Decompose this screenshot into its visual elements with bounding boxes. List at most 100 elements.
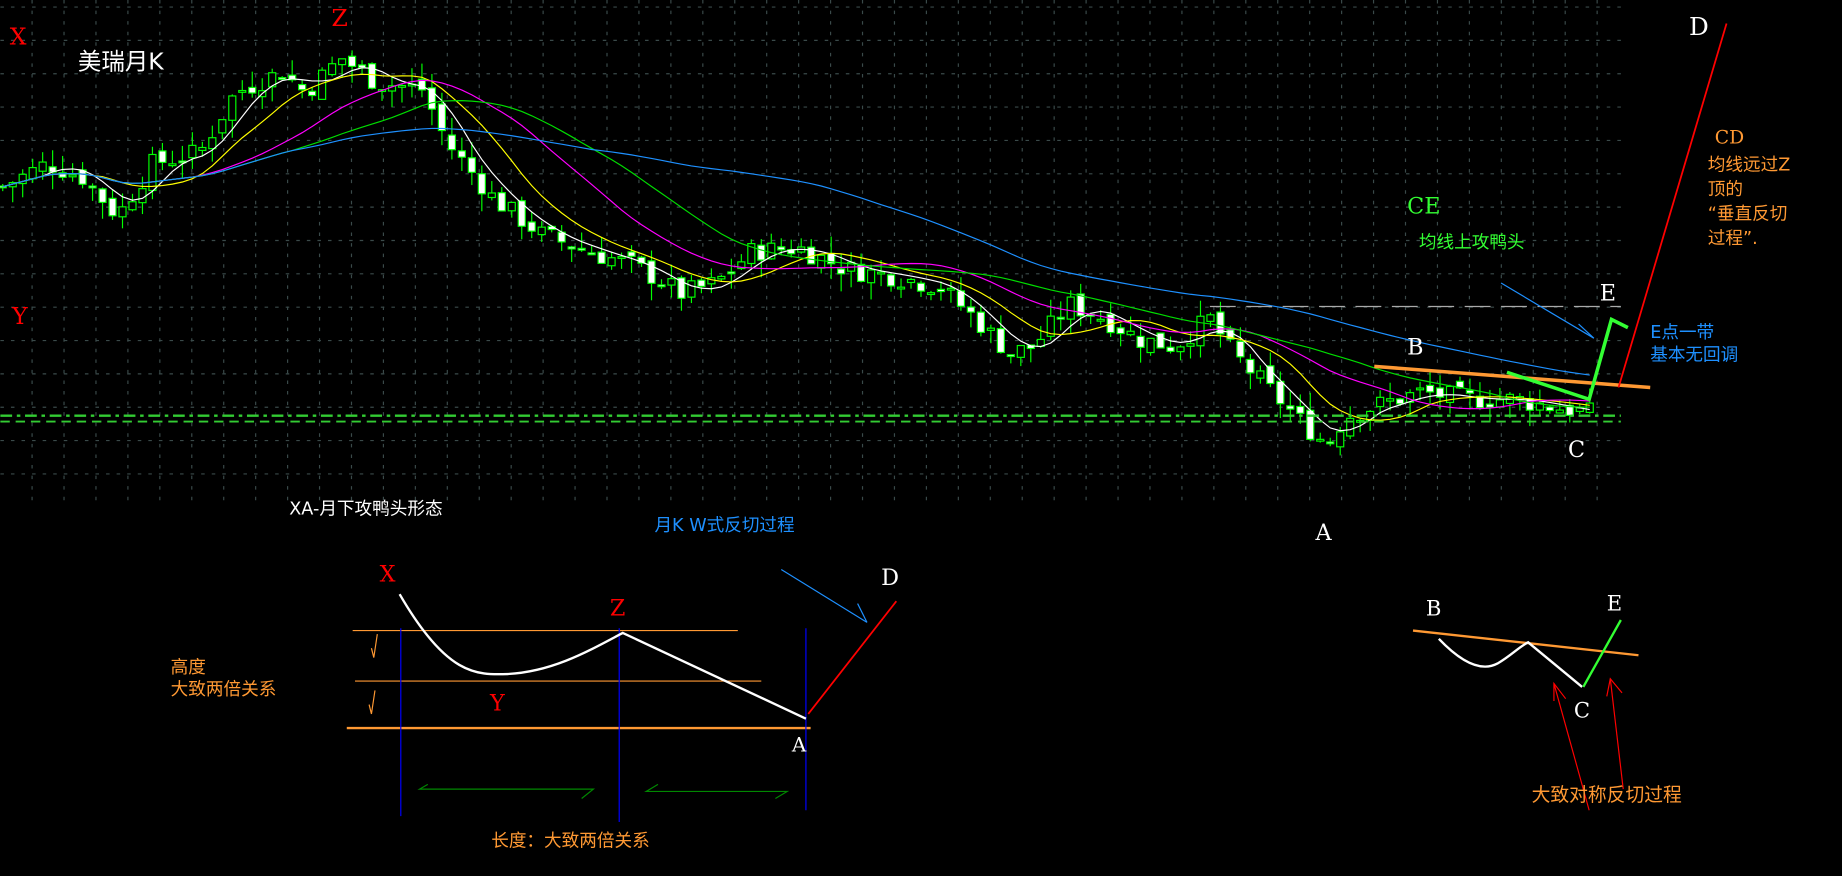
height-arrow-1 bbox=[370, 634, 378, 658]
candle-up bbox=[218, 119, 227, 134]
candle-up bbox=[896, 286, 906, 290]
candle-up bbox=[118, 206, 127, 218]
candle-up bbox=[38, 161, 47, 172]
arrow-right-red bbox=[1609, 678, 1624, 790]
candle-down bbox=[587, 252, 596, 256]
candle-up bbox=[138, 188, 147, 204]
candle-down bbox=[158, 150, 167, 163]
cd-desc-1: 均线远过Z bbox=[1708, 155, 1791, 175]
candle-up bbox=[337, 58, 347, 66]
candle-down bbox=[1395, 398, 1405, 405]
candle-down bbox=[567, 246, 576, 250]
candle-down bbox=[1326, 441, 1335, 445]
candle-up bbox=[397, 84, 407, 88]
label-ce: CE bbox=[1407, 194, 1440, 220]
candle-down bbox=[627, 251, 636, 257]
candle-down bbox=[1246, 358, 1255, 374]
candle-up bbox=[487, 192, 496, 199]
neckline-orange bbox=[1374, 364, 1651, 390]
cd-desc-4: 过程”. bbox=[1708, 229, 1758, 249]
candle-up bbox=[1126, 330, 1135, 336]
candle-down bbox=[886, 274, 896, 287]
length-arrow-1 bbox=[417, 783, 596, 799]
symmetric-label: 大致对称反切过程 bbox=[1532, 784, 1682, 806]
candle-up bbox=[1555, 409, 1564, 414]
candle-down bbox=[1286, 405, 1295, 410]
candle-up bbox=[198, 146, 207, 151]
candle-down bbox=[98, 188, 107, 203]
candle-down bbox=[1485, 403, 1495, 408]
w-process-label: 月K W式反切过程 bbox=[654, 516, 794, 536]
candle-down bbox=[657, 284, 666, 288]
candle-up bbox=[876, 271, 886, 275]
chart-title: 美瑞月K bbox=[78, 47, 164, 75]
schem-label-a: A bbox=[791, 733, 807, 757]
candle-up bbox=[1206, 314, 1215, 322]
candle-down bbox=[1545, 406, 1554, 412]
candle-up bbox=[228, 95, 237, 121]
candle-up bbox=[68, 174, 77, 178]
candle-down bbox=[497, 192, 506, 212]
height-label-2: 大致两倍关系 bbox=[171, 680, 277, 700]
label-d: D bbox=[1689, 12, 1709, 41]
candle-up bbox=[667, 278, 676, 286]
candle-up bbox=[986, 327, 995, 331]
candle-down bbox=[367, 63, 377, 89]
moving-averages bbox=[2, 67, 1590, 432]
candle-down bbox=[1006, 354, 1015, 358]
candle-down bbox=[517, 200, 526, 227]
candle-down bbox=[347, 55, 357, 67]
candle-down bbox=[1465, 389, 1475, 394]
candle-up bbox=[238, 89, 247, 93]
label-b: B bbox=[1407, 335, 1423, 361]
candle-down bbox=[697, 279, 706, 287]
candle-down bbox=[248, 86, 257, 94]
schem-label-x: X bbox=[380, 561, 396, 587]
candle-down bbox=[1136, 335, 1145, 348]
candle-up bbox=[1316, 438, 1325, 442]
schem-label-z: Z bbox=[610, 595, 626, 621]
candle-up bbox=[1186, 343, 1195, 347]
candle-up bbox=[607, 257, 616, 267]
label-z: Z bbox=[332, 4, 348, 32]
candle-down bbox=[308, 90, 317, 97]
length-label: 长度：大致两倍关系 bbox=[491, 832, 649, 852]
candle-down bbox=[976, 311, 985, 333]
candle-up bbox=[148, 153, 157, 192]
height-label-1: 高度 bbox=[171, 658, 206, 678]
schem-label-d: D bbox=[881, 565, 899, 591]
arrow-to-e bbox=[1500, 282, 1595, 339]
arrow-head bbox=[1606, 677, 1623, 697]
candle-up bbox=[128, 201, 137, 211]
candle-up bbox=[208, 137, 217, 150]
candle-down bbox=[1056, 316, 1065, 320]
candle-up bbox=[1176, 346, 1185, 353]
candle-down bbox=[278, 77, 287, 80]
schem-label-y: Y bbox=[489, 690, 505, 716]
candle-down bbox=[447, 134, 456, 151]
label-x: X bbox=[10, 23, 27, 51]
candle-up bbox=[1066, 296, 1075, 320]
candle-up bbox=[1376, 396, 1385, 408]
label-c: C bbox=[1568, 437, 1585, 463]
candle-down bbox=[777, 246, 786, 251]
candle-down bbox=[1156, 332, 1165, 349]
candle-down bbox=[477, 173, 486, 195]
candle-up bbox=[926, 292, 936, 296]
schem-label-c: C bbox=[1574, 697, 1590, 722]
candles bbox=[0, 50, 1594, 456]
schem-label-b: B bbox=[1426, 595, 1442, 620]
candle-down bbox=[1425, 384, 1435, 393]
candle-down bbox=[757, 244, 766, 261]
candle-down bbox=[1296, 405, 1305, 414]
candle-down bbox=[1276, 380, 1285, 405]
annotated-kline-chart: X Z Y 美瑞月K A B C E D CE 均线上攻鸭头 CD 均线远过Z … bbox=[0, 0, 1791, 852]
label-a: A bbox=[1315, 520, 1333, 546]
label-y: Y bbox=[11, 302, 28, 330]
candle-up bbox=[906, 278, 916, 284]
candle-down bbox=[298, 83, 307, 91]
chart-canvas: X Z Y 美瑞月K A B C E D CE 均线上攻鸭头 CD 均线远过Z … bbox=[0, 0, 1842, 876]
candle-up bbox=[1336, 431, 1345, 448]
height-arrow-2 bbox=[368, 690, 376, 715]
candle-up bbox=[1386, 398, 1395, 402]
